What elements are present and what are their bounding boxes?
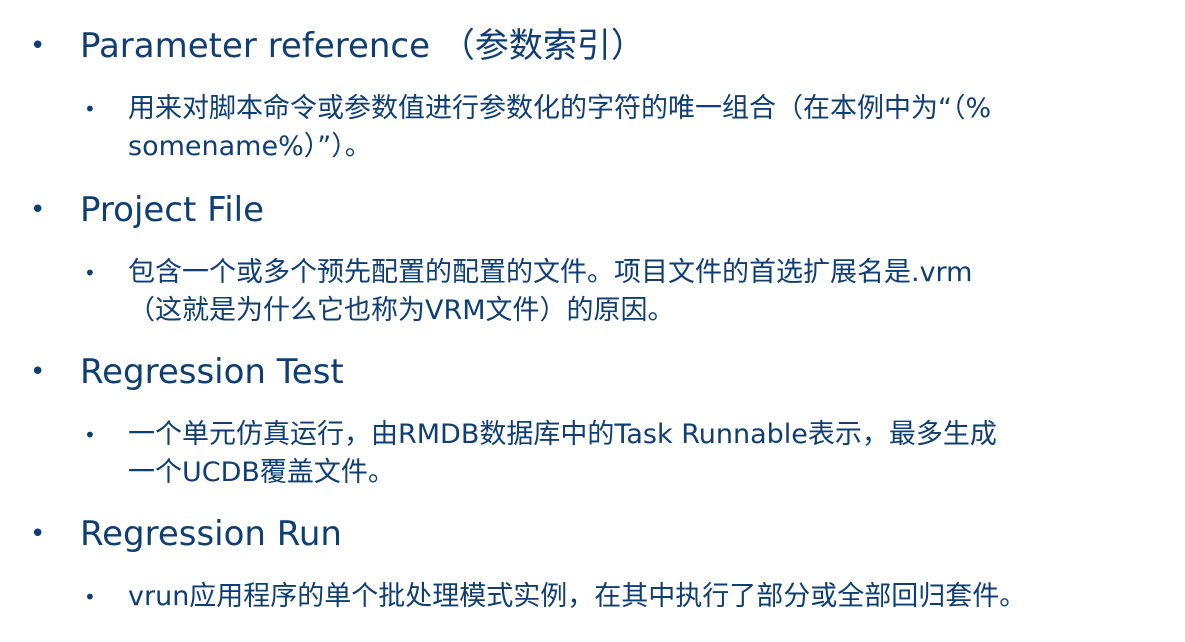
glossary-entry-regression-test: • Regression Test • 一个单元仿真运行，由RMDB数据库中的T… <box>0 350 1185 492</box>
sub-bullet: • <box>84 261 96 285</box>
term-title: Parameter reference （参数索引） <box>80 26 645 66</box>
term-title: Regression Test <box>80 352 344 392</box>
definition-line: （这就是为什么它也称为VRM文件）的原因。 <box>128 295 675 326</box>
bullet: • <box>30 357 46 387</box>
term-title: Project File <box>80 190 265 230</box>
bullet: • <box>30 195 46 225</box>
definition-row: • 包含一个或多个预先配置的配置的文件。项目文件的首选扩展名是.vrm （这就是… <box>0 254 1185 330</box>
sub-bullet: • <box>84 423 96 447</box>
term-title: Regression Run <box>80 514 342 554</box>
term-row: • Parameter reference （参数索引） <box>0 24 1185 68</box>
definition-line: somename%）”）。 <box>128 131 372 162</box>
definition-line: 一个UCDB覆盖文件。 <box>128 457 395 488</box>
definition-line: 一个单元仿真运行，由RMDB数据库中的Task Runnable表示，最多生成 <box>128 419 997 450</box>
bullet: • <box>30 31 46 61</box>
sub-bullet: • <box>84 585 96 609</box>
glossary-entry-parameter-reference: • Parameter reference （参数索引） • 用来对脚本命令或参… <box>0 24 1185 166</box>
term-row: • Regression Run <box>0 512 1185 556</box>
sub-bullet: • <box>84 97 96 121</box>
glossary-entry-regression-run: • Regression Run • vrun应用程序的单个批处理模式实例，在其… <box>0 512 1185 616</box>
definition-text: vrun应用程序的单个批处理模式实例，在其中执行了部分或全部回归套件。 <box>128 578 1158 616</box>
definition-row: • 用来对脚本命令或参数值进行参数化的字符的唯一组合（在本例中为“（% some… <box>0 90 1185 166</box>
definition-row: • 一个单元仿真运行，由RMDB数据库中的Task Runnable表示，最多生… <box>0 416 1185 492</box>
term-row: • Regression Test <box>0 350 1185 394</box>
definition-line: vrun应用程序的单个批处理模式实例，在其中执行了部分或全部回归套件。 <box>128 581 1027 612</box>
glossary-entry-project-file: • Project File • 包含一个或多个预先配置的配置的文件。项目文件的… <box>0 188 1185 330</box>
definition-text: 一个单元仿真运行，由RMDB数据库中的Task Runnable表示，最多生成 … <box>128 416 1158 492</box>
bullet: • <box>30 519 46 549</box>
glossary-slide: • Parameter reference （参数索引） • 用来对脚本命令或参… <box>0 0 1185 642</box>
definition-text: 用来对脚本命令或参数值进行参数化的字符的唯一组合（在本例中为“（% somena… <box>128 90 1158 166</box>
definition-line: 用来对脚本命令或参数值进行参数化的字符的唯一组合（在本例中为“（% <box>128 93 992 124</box>
term-row: • Project File <box>0 188 1185 232</box>
definition-text: 包含一个或多个预先配置的配置的文件。项目文件的首选扩展名是.vrm （这就是为什… <box>128 254 1158 330</box>
definition-row: • vrun应用程序的单个批处理模式实例，在其中执行了部分或全部回归套件。 <box>0 578 1185 616</box>
definition-line: 包含一个或多个预先配置的配置的文件。项目文件的首选扩展名是.vrm <box>128 257 973 288</box>
